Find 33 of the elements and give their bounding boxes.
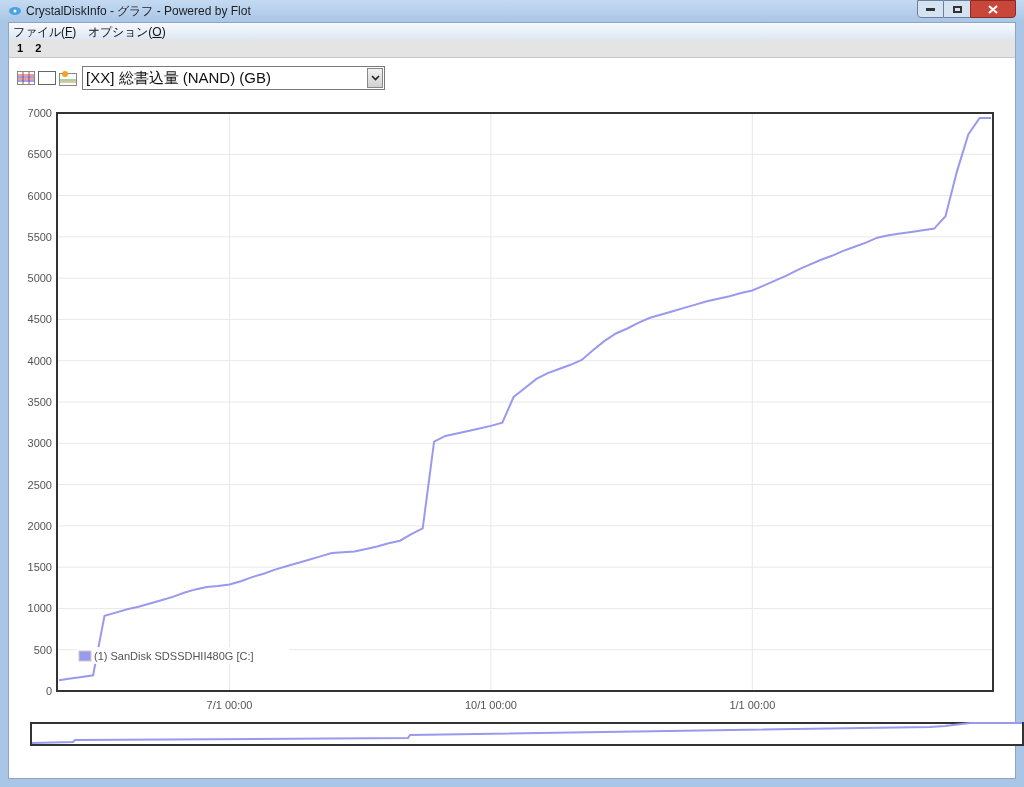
y-axis-label: 7000 [27, 107, 52, 119]
close-icon[interactable] [988, 4, 998, 14]
y-axis-label: 1500 [27, 561, 52, 574]
y-axis-label: 500 [33, 643, 52, 656]
dropdown-caret-icon[interactable] [367, 68, 383, 88]
y-axis-label: 5000 [27, 272, 52, 285]
y-axis-label: 2500 [27, 478, 52, 491]
x-axis-label: 1/1 00:00 [729, 699, 776, 711]
y-axis-label: 3000 [27, 437, 52, 450]
y-axis-label: 0 [45, 685, 52, 697]
app-icon [8, 6, 22, 16]
minimize-button[interactable] [917, 0, 944, 18]
y-axis-label: 4500 [27, 313, 52, 326]
window-title: CrystalDiskInfo - グラフ - Powered by Flot [26, 3, 251, 20]
y-axis-label: 2000 [27, 519, 52, 532]
y-axis-label: 6000 [27, 189, 52, 202]
blank-window-icon[interactable] [38, 71, 56, 85]
maximize-button[interactable] [944, 0, 970, 18]
attribute-dropdown[interactable]: [XX] 総書込量 (NAND) (GB) [82, 66, 385, 90]
y-axis-label: 1000 [27, 602, 52, 615]
menu-item[interactable]: ファイル(F) [13, 22, 77, 41]
menu-item[interactable]: オプション(O) [88, 22, 166, 41]
tab[interactable]: 1 [17, 40, 24, 57]
y-axis-label: 4000 [27, 354, 52, 367]
chart-lines-icon[interactable] [17, 71, 35, 85]
close-button[interactable] [970, 0, 1016, 18]
x-axis-label: 10/1 00:00 [464, 699, 517, 711]
y-axis-label: 3500 [27, 396, 52, 408]
legend-label: (1) SanDisk SDSSDHII480G [C:] [94, 650, 254, 662]
tab[interactable]: 2 [35, 40, 42, 57]
y-axis-label: 5500 [27, 230, 52, 243]
y-axis-label: 6500 [27, 148, 52, 161]
x-axis-label: 7/1 00:00 [206, 699, 253, 711]
